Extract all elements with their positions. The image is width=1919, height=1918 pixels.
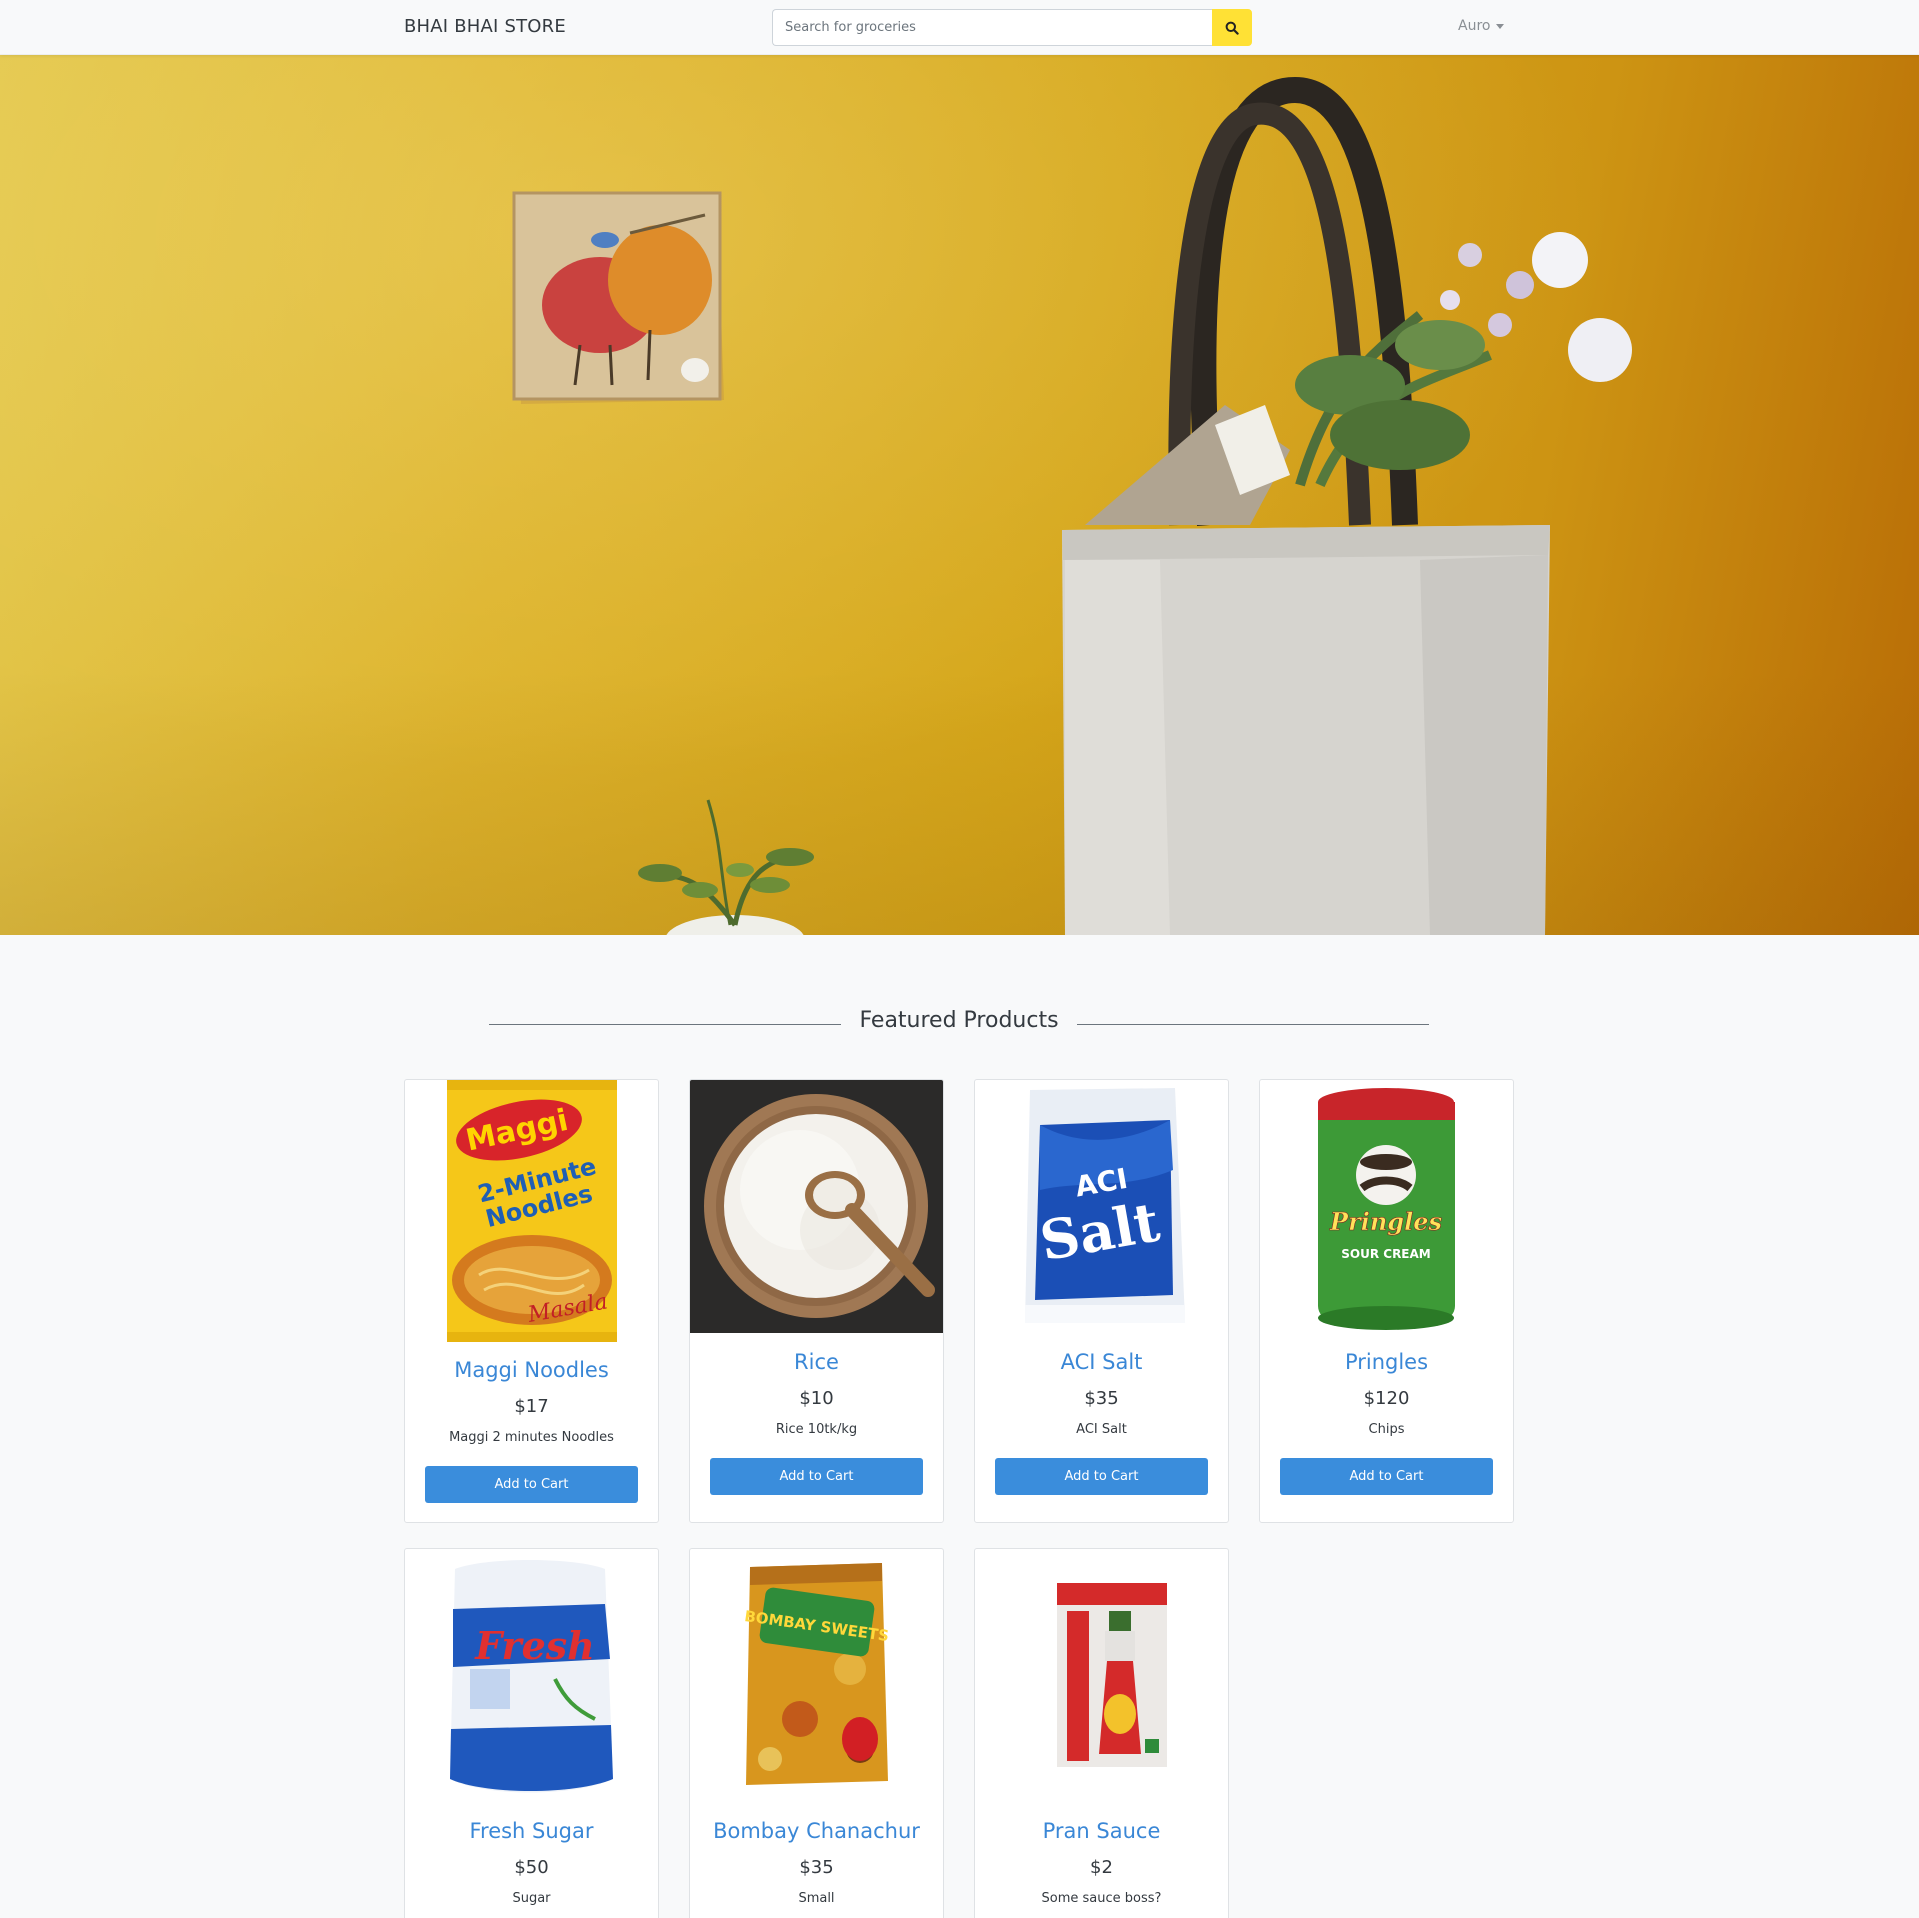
chevron-down-icon — [1496, 23, 1505, 29]
small-plant — [638, 799, 814, 935]
product-name[interactable]: Rice — [690, 1350, 943, 1374]
product-description: Sugar — [512, 1891, 551, 1906]
product-name[interactable]: Bombay Chanachur — [690, 1819, 943, 1843]
salt-pack-icon[interactable]: ACI Salt — [995, 1080, 1208, 1333]
add-to-cart-button[interactable]: Add to Cart — [710, 1458, 923, 1495]
product-name[interactable]: Pringles — [1260, 1350, 1513, 1374]
product-price: $35 — [1084, 1388, 1119, 1409]
product-name[interactable]: ACI Salt — [975, 1350, 1228, 1374]
product-description: Some sauce boss? — [1041, 1891, 1162, 1906]
product-card-maggi-noodles: Maggi 2-Minute Noodles Masala Maggi Nood… — [404, 1079, 659, 1523]
sauce-bottle-icon[interactable] — [995, 1549, 1208, 1802]
search-bar — [772, 9, 1252, 46]
product-name[interactable]: Maggi Noodles — [405, 1358, 658, 1382]
product-name[interactable]: Fresh Sugar — [405, 1819, 658, 1843]
add-to-cart-button[interactable]: Add to Cart — [1280, 1458, 1493, 1495]
search-button[interactable] — [1212, 9, 1252, 46]
add-to-cart-button[interactable]: Add to Cart — [425, 1466, 638, 1503]
pringles-can-icon[interactable]: Pringles SOUR CREAM — [1280, 1080, 1493, 1333]
featured-title: Featured Products — [859, 1008, 1059, 1033]
product-price: $120 — [1363, 1388, 1410, 1409]
svg-text:SOUR CREAM: SOUR CREAM — [1341, 1247, 1430, 1261]
product-name[interactable]: Pran Sauce — [975, 1819, 1228, 1843]
product-description: Maggi 2 minutes Noodles — [449, 1430, 614, 1445]
user-dropdown[interactable]: Auro — [1458, 18, 1505, 34]
tote-bag — [1062, 76, 1632, 935]
svg-text:Fresh: Fresh — [474, 1623, 595, 1668]
product-description: Rice 10tk/kg — [775, 1422, 858, 1437]
product-price: $50 — [514, 1857, 549, 1878]
sugar-pack-icon[interactable]: Fresh — [425, 1549, 638, 1802]
product-price: $2 — [1090, 1857, 1113, 1878]
product-card-pringles: Pringles SOUR CREAM Pringles $120 Chips … — [1259, 1079, 1514, 1523]
add-to-cart-button[interactable]: Add to Cart — [995, 1458, 1208, 1495]
svg-text:Pringles: Pringles — [1329, 1207, 1442, 1236]
wall-painting — [512, 191, 724, 404]
search-icon — [1225, 21, 1239, 35]
user-name: Auro — [1458, 18, 1491, 34]
product-description: ACI Salt — [1076, 1422, 1127, 1437]
hero-banner — [0, 55, 1919, 935]
product-card-aci-salt: ACI Salt ACI Salt $35 ACI Salt Add to Ca… — [974, 1079, 1229, 1523]
featured-section-header: Featured Products — [0, 1000, 1919, 1040]
divider-right — [1077, 1024, 1429, 1025]
hero-illustration — [512, 76, 1632, 935]
product-card-rice: Rice $10 Rice 10tk/kg Add to Cart — [689, 1079, 944, 1523]
divider-left — [489, 1024, 841, 1025]
product-description: Small — [798, 1891, 835, 1906]
product-price: $17 — [514, 1396, 549, 1417]
maggi-pack-icon[interactable]: Maggi 2-Minute Noodles Masala — [425, 1080, 638, 1342]
product-price: $10 — [799, 1388, 834, 1409]
product-price: $35 — [799, 1857, 834, 1878]
rice-bowl-icon[interactable] — [690, 1080, 943, 1333]
product-card-pran-sauce: Pran Sauce $2 Some sauce boss? — [974, 1548, 1229, 1918]
brand-logo[interactable]: BHAI BHAI STORE — [404, 16, 566, 37]
product-description: Chips — [1368, 1422, 1405, 1437]
search-input[interactable] — [772, 9, 1212, 46]
navbar: BHAI BHAI STORE Auro — [0, 0, 1919, 55]
product-card-bombay-chanachur: BOMBAY SWEETS Bombay Chanachur $35 Small — [689, 1548, 944, 1918]
product-card-fresh-sugar: Fresh Fresh Sugar $50 Sugar — [404, 1548, 659, 1918]
chanachur-pack-icon[interactable]: BOMBAY SWEETS — [710, 1549, 923, 1802]
